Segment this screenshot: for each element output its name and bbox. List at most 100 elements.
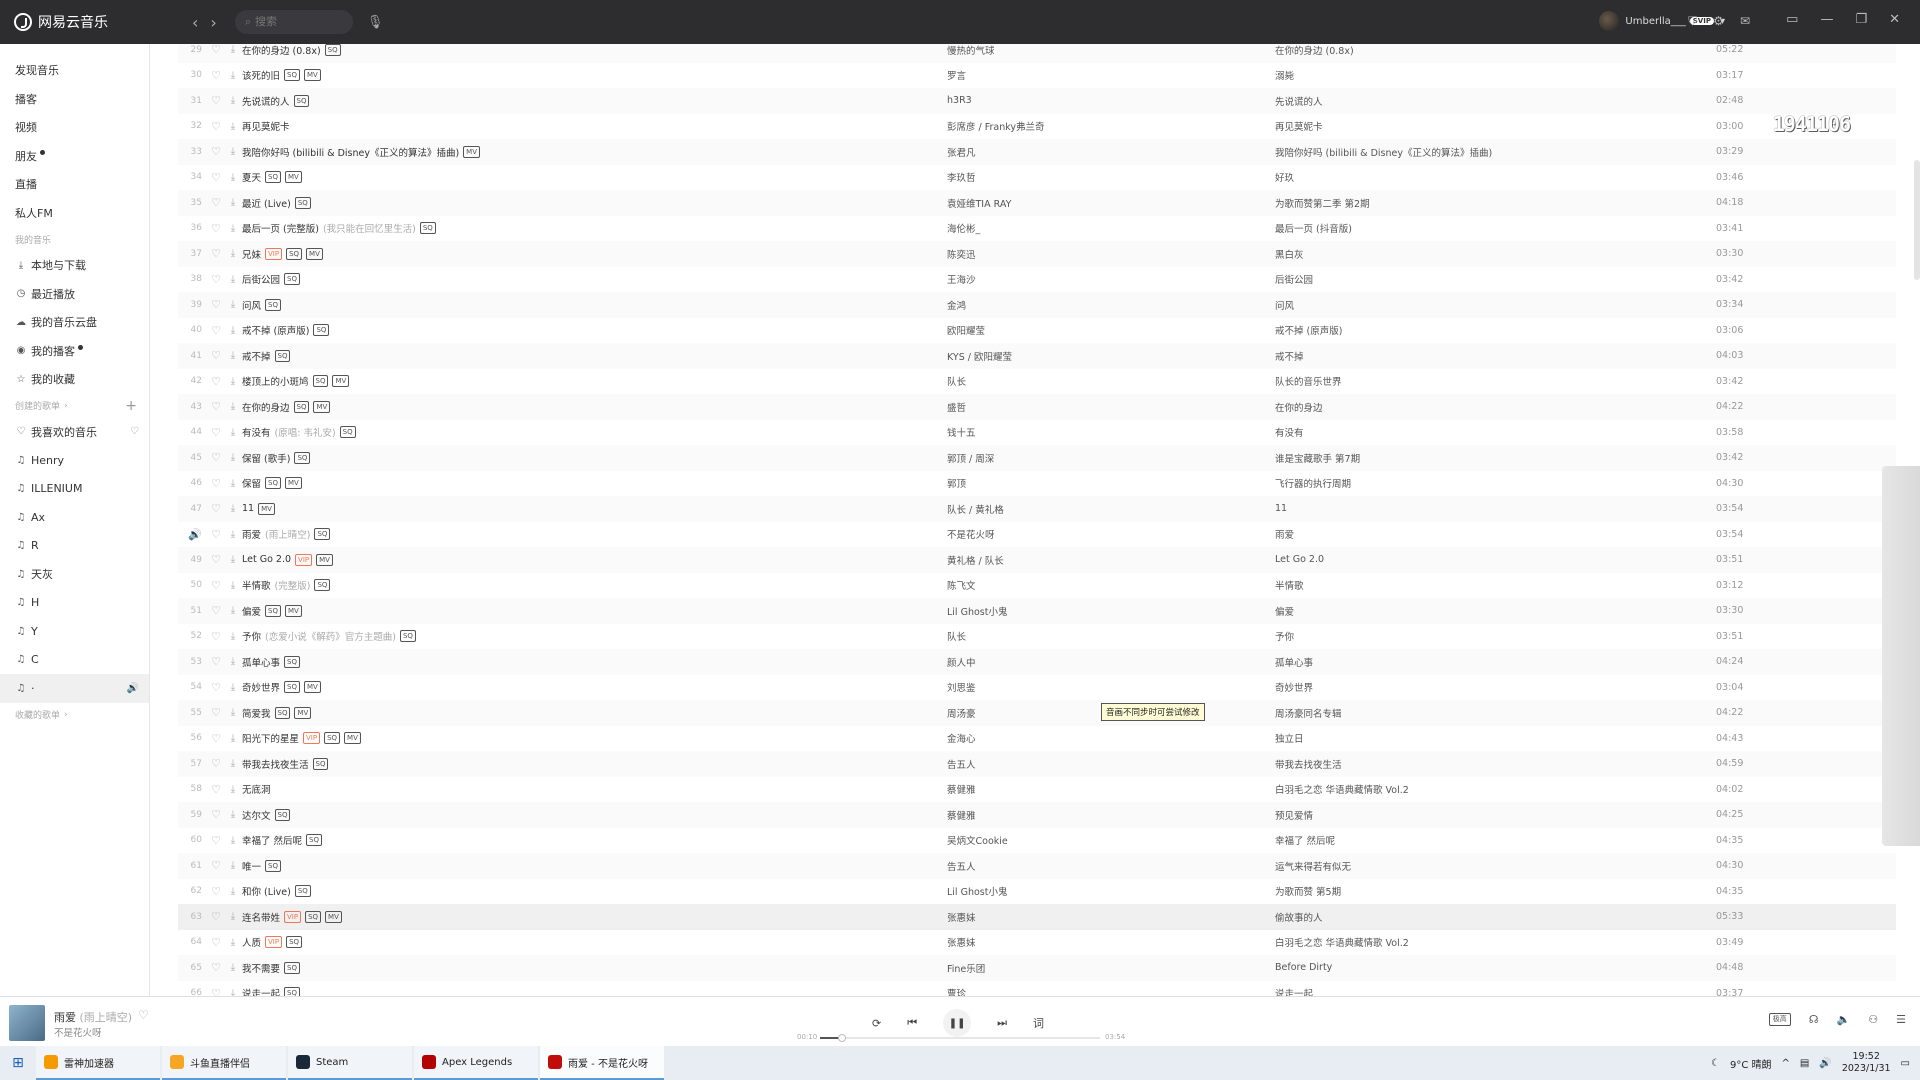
- like-heart-icon[interactable]: ♡: [208, 426, 224, 439]
- song-album[interactable]: 后街公园: [1275, 272, 1595, 286]
- sidebar-item-playlist[interactable]: ♫ Y: [0, 617, 149, 646]
- sidebar-item-playlist[interactable]: ♫ ILLENIUM: [0, 475, 149, 504]
- table-row[interactable]: 47 ♡ ⤓ 11 MV 队长 / 黄礼格 11 03:54: [178, 496, 1896, 522]
- song-album[interactable]: 为歌而赞第二季 第2期: [1275, 196, 1595, 210]
- download-icon[interactable]: ⤓: [224, 580, 242, 591]
- sidebar-item-friends[interactable]: 朋友: [0, 142, 149, 171]
- table-row[interactable]: 49 ♡ ⤓ Let Go 2.0 VIP MV 黄礼格 / 队长 Let Go 2.0 03:…: [178, 547, 1896, 573]
- download-icon[interactable]: ⤓: [224, 605, 242, 616]
- like-heart-icon[interactable]: ♡: [208, 681, 224, 694]
- song-artist[interactable]: 队长: [947, 629, 1247, 643]
- song-artist[interactable]: 曹珍: [947, 986, 1247, 996]
- tray-chevron-icon[interactable]: ^: [1782, 1058, 1790, 1069]
- song-artist[interactable]: 告五人: [947, 757, 1247, 771]
- song-artist[interactable]: 张惠妹: [947, 935, 1247, 949]
- microphone-icon[interactable]: 🎙: [367, 15, 384, 30]
- table-row[interactable]: 54 ♡ ⤓ 奇妙世界 SQ MV 刘思鉴 奇妙世界 03:04: [178, 675, 1896, 701]
- like-heart-icon[interactable]: ♡: [208, 273, 224, 286]
- like-heart-icon[interactable]: ♡: [208, 120, 224, 133]
- download-icon[interactable]: ⤓: [224, 529, 242, 540]
- song-album[interactable]: 独立日: [1275, 731, 1595, 745]
- table-row[interactable]: 🔊 ♡ ⤓ 雨爱 (雨上晴空) SQ 不是花火呀 雨爱 03:54: [178, 522, 1896, 548]
- song-album[interactable]: 予你: [1275, 629, 1595, 643]
- taskbar-app[interactable]: 雨爱 - 不是花火呀: [540, 1046, 664, 1080]
- sidebar-item-podcast[interactable]: 播客: [0, 85, 149, 114]
- like-heart-icon[interactable]: ♡: [208, 834, 224, 847]
- download-icon[interactable]: ⤓: [224, 146, 242, 157]
- sidebar-item-live[interactable]: 直播: [0, 170, 149, 199]
- song-artist[interactable]: 不是花火呀: [947, 527, 1247, 541]
- song-album[interactable]: 周汤豪同名专辑: [1275, 706, 1595, 720]
- like-heart-icon[interactable]: ♡: [208, 706, 224, 719]
- download-icon[interactable]: ⤓: [224, 554, 242, 565]
- sidebar-item-fm[interactable]: 私人FM: [0, 199, 149, 228]
- song-album[interactable]: 我陪你好吗 (bilibili & Disney《正义的算法》插曲): [1275, 145, 1595, 159]
- download-icon[interactable]: ⤓: [224, 427, 242, 438]
- sidebar-item-collection[interactable]: ☆ 我的收藏: [0, 365, 149, 394]
- mv-badge[interactable]: MV: [332, 375, 350, 388]
- now-playing-title[interactable]: 雨爱 (雨上晴空): [54, 1009, 132, 1025]
- mv-badge[interactable]: MV: [316, 553, 333, 566]
- like-heart-icon[interactable]: ♡: [208, 222, 224, 235]
- download-icon[interactable]: ⤓: [224, 784, 242, 795]
- created-playlists-header[interactable]: 创建的歌单 › +: [0, 394, 149, 418]
- song-artist[interactable]: 金鸿: [947, 298, 1247, 312]
- song-artist[interactable]: 吴炳文Cookie: [947, 833, 1247, 847]
- download-icon[interactable]: ⤓: [224, 172, 242, 183]
- taskbar-app[interactable]: 斗鱼直播伴侣: [162, 1046, 286, 1080]
- like-heart-icon[interactable]: ♡: [208, 783, 224, 796]
- table-row[interactable]: 42 ♡ ⤓ 楼顶上的小斑鸠 SQ MV 队长 队长的音乐世界 03:42: [178, 369, 1896, 395]
- table-row[interactable]: 59 ♡ ⤓ 达尔文 SQ 蔡健雅 预见爱情 04:25: [178, 802, 1896, 828]
- like-heart-icon[interactable]: ♡: [208, 604, 224, 617]
- table-row[interactable]: 33 ♡ ⤓ 我陪你好吗 (bilibili & Disney《正义的算法》插曲) MV…: [178, 139, 1896, 165]
- table-row[interactable]: 66 ♡ ⤓ 说走一起 SQ 曹珍 说走一起 03:37: [178, 981, 1896, 996]
- taskbar-app[interactable]: Apex Legends: [414, 1046, 538, 1080]
- download-icon[interactable]: ⤓: [224, 401, 242, 412]
- download-icon[interactable]: ⤓: [224, 707, 242, 718]
- now-playing-artist[interactable]: 不是花火呀: [54, 1025, 102, 1039]
- download-icon[interactable]: ⤓: [224, 682, 242, 693]
- download-icon[interactable]: ⤓: [224, 911, 242, 922]
- like-heart-icon[interactable]: ♡: [208, 349, 224, 362]
- windows-start-icon[interactable]: ⊞: [0, 1046, 36, 1080]
- song-album[interactable]: 在你的身边 (0.8x): [1275, 44, 1595, 57]
- song-album[interactable]: 11: [1275, 503, 1595, 514]
- maximize-icon[interactable]: ❐: [1855, 12, 1867, 27]
- table-row[interactable]: 41 ♡ ⤓ 戒不掉 SQ KYS / 欧阳耀莹 戒不掉 04:03: [178, 343, 1896, 369]
- table-row[interactable]: 53 ♡ ⤓ 孤单心事 SQ 颜人中 孤单心事 04:24: [178, 649, 1896, 675]
- song-artist[interactable]: 队长: [947, 374, 1247, 388]
- mv-badge[interactable]: MV: [284, 604, 302, 617]
- table-row[interactable]: 37 ♡ ⤓ 兄妹 VIP SQ MV 陈奕迅 黑白灰 03:30: [178, 241, 1896, 267]
- like-heart-icon[interactable]: ♡: [138, 1008, 149, 1022]
- next-icon[interactable]: ⏭: [997, 1016, 1007, 1030]
- song-artist[interactable]: 郭顶: [947, 476, 1247, 490]
- download-icon[interactable]: ⤓: [224, 758, 242, 769]
- sidebar-item-playlist[interactable]: ♫ 天灰: [0, 560, 149, 589]
- song-artist[interactable]: 盛哲: [947, 400, 1247, 414]
- song-artist[interactable]: 陈飞文: [947, 578, 1247, 592]
- like-heart-icon[interactable]: ♡: [208, 145, 224, 158]
- sidebar-item-playlist[interactable]: ♫ H: [0, 589, 149, 618]
- song-album[interactable]: 溺毙: [1275, 68, 1595, 82]
- download-icon[interactable]: ⤓: [224, 809, 242, 820]
- table-row[interactable]: 58 ♡ ⤓ 无底洞 蔡健雅 白羽毛之恋 华语典藏情歌 Vol.2 04:02: [178, 777, 1896, 803]
- download-icon[interactable]: ⤓: [224, 350, 242, 361]
- song-artist[interactable]: 海伦彬_: [947, 221, 1247, 235]
- download-icon[interactable]: ⤓: [224, 274, 242, 285]
- download-icon[interactable]: ⤓: [224, 44, 242, 55]
- previous-icon[interactable]: ⏮: [907, 1016, 917, 1030]
- song-album[interactable]: 说走一起: [1275, 986, 1595, 996]
- close-icon[interactable]: ✕: [1889, 12, 1900, 27]
- mv-badge[interactable]: MV: [294, 706, 312, 719]
- mv-badge[interactable]: MV: [303, 69, 321, 82]
- song-album[interactable]: 谁是宝藏歌手 第7期: [1275, 451, 1595, 465]
- sidebar-item-video[interactable]: 视频: [0, 113, 149, 142]
- forward-arrow-icon[interactable]: ›: [210, 13, 216, 32]
- song-artist[interactable]: 黄礼格 / 队长: [947, 553, 1247, 567]
- table-row[interactable]: 34 ♡ ⤓ 夏天 SQ MV 李玖哲 好玖 03:46: [178, 165, 1896, 191]
- album-cover[interactable]: [9, 1005, 45, 1041]
- song-artist[interactable]: 陈奕迅: [947, 247, 1247, 261]
- minimize-icon[interactable]: —: [1820, 12, 1833, 27]
- download-icon[interactable]: ⤓: [224, 937, 242, 948]
- song-artist[interactable]: Lil Ghost小鬼: [947, 884, 1247, 898]
